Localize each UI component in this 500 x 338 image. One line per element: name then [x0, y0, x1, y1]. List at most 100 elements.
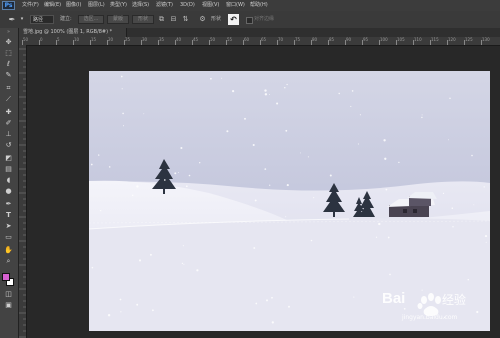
ruler-tick [345, 40, 346, 45]
stamp-icon[interactable]: ⊥ [2, 130, 15, 139]
marquee-icon[interactable]: ⬚ [2, 49, 15, 58]
snowflake [285, 216, 287, 218]
ruler-tick [311, 40, 312, 45]
chevron-down-icon[interactable]: ▾ [19, 14, 25, 25]
ruler-tick [294, 40, 295, 45]
move-icon[interactable]: ✥ [2, 38, 15, 47]
snowflake [269, 184, 271, 186]
watermark-brand: Bai [382, 290, 406, 307]
shape-button[interactable]: 形状 [132, 15, 154, 24]
mask-button[interactable]: 蒙版 [107, 15, 129, 24]
menu-file[interactable]: 文件(F) [22, 0, 39, 11]
snowflake [421, 116, 423, 119]
snowflake [383, 139, 386, 142]
ruler-tick-label: 0 [40, 37, 43, 42]
path-align-icon[interactable]: ⊟ [169, 14, 178, 25]
menu-filter[interactable]: 滤镜(T) [156, 0, 173, 11]
ruler-tick [328, 40, 329, 45]
ruler-tick-label: 25 [125, 37, 131, 42]
panel-collapse-icon[interactable]: » [2, 30, 15, 35]
document-tab-bar: 雪地.jpg @ 100% (图层 1, RGB/8#) * [19, 28, 500, 37]
snowflake [310, 239, 313, 242]
ruler-tick-label: 75 [295, 37, 301, 42]
pen-icon[interactable]: ✒ [2, 200, 15, 209]
ruler-tick-label: 105 [397, 37, 405, 42]
path-select-icon[interactable]: ➤ [2, 222, 15, 231]
watermark-brand-jingyan: 经验 [442, 293, 467, 307]
menu-edit[interactable]: 编辑(E) [44, 0, 61, 11]
ruler-tick-label: 10 [74, 37, 80, 42]
ruler-tick [192, 40, 193, 45]
align-edges-checkbox[interactable] [246, 17, 253, 24]
vertical-ruler [19, 45, 27, 338]
gear-icon[interactable]: ⚙ [198, 14, 207, 25]
snowflake [131, 194, 134, 197]
snowflake [351, 90, 354, 92]
eyedropper-icon[interactable]: ⟋ [2, 95, 15, 104]
menu-window[interactable]: 窗口(W) [226, 0, 245, 11]
ruler-tick [464, 40, 465, 45]
quick-select-icon[interactable]: ✎ [2, 71, 15, 80]
brush-icon[interactable]: ✐ [2, 119, 15, 128]
path-arrange-icon[interactable]: ⇅ [181, 14, 190, 25]
ruler-tick [413, 40, 414, 45]
snowflake [182, 245, 184, 247]
ruler-tick-label: 35 [159, 37, 165, 42]
gradient-icon[interactable]: ▤ [2, 165, 15, 174]
ruler-tick-label: 45 [193, 37, 199, 42]
snowflake [152, 309, 154, 312]
healing-icon[interactable]: ✚ [2, 108, 15, 117]
snowflake [378, 222, 381, 226]
ruler-tick [158, 40, 159, 45]
auto-add-delete-icon[interactable]: ↶ [228, 14, 239, 25]
snowflake [484, 235, 488, 238]
zoom-icon[interactable]: ⌕ [2, 257, 15, 266]
crop-icon[interactable]: ⌗ [2, 84, 15, 93]
snowflake [178, 171, 179, 173]
ruler-tick [277, 40, 278, 45]
ruler-tick-label: 15 [91, 37, 97, 42]
rubber-band-label: 形状 [211, 16, 222, 22]
type-icon[interactable]: T [2, 211, 15, 220]
menu-image[interactable]: 图像(I) [66, 0, 81, 11]
selection-button[interactable]: 选区... [78, 15, 104, 24]
history-brush-icon[interactable]: ↺ [2, 141, 15, 150]
snowflake [421, 114, 423, 116]
eraser-icon[interactable]: ◩ [2, 154, 15, 163]
menu-layer[interactable]: 图层(L) [88, 0, 105, 11]
menu-view[interactable]: 视图(V) [202, 0, 219, 11]
menu-help[interactable]: 帮助(H) [250, 0, 268, 11]
snowflake [252, 143, 255, 147]
ruler-tick [175, 40, 176, 45]
snowflake [119, 298, 122, 301]
foreground-color-swatch[interactable] [2, 273, 10, 281]
pen-tool-icon[interactable]: ✒ [5, 14, 19, 25]
hand-icon[interactable]: ✋ [2, 246, 15, 255]
snowflake [286, 83, 288, 86]
snowflake [99, 209, 102, 212]
snowflake [196, 269, 199, 272]
snowflake [307, 156, 309, 158]
ruler-tick-label: 20 [108, 37, 114, 42]
path-ops-icon[interactable]: ⧉ [157, 14, 166, 25]
screen-mode-icon[interactable]: ▣ [2, 301, 15, 310]
menu-select[interactable]: 选择(S) [132, 0, 149, 11]
menu-type[interactable]: 类型(Y) [110, 0, 127, 11]
snowflake [136, 185, 139, 188]
snowflake [107, 314, 111, 317]
snowflake [122, 112, 124, 115]
snowflake [286, 184, 289, 187]
dodge-icon[interactable]: ● [2, 187, 15, 196]
snowflake [387, 236, 390, 239]
menu-3d[interactable]: 3D(D) [180, 0, 195, 11]
shape-icon[interactable]: ▭ [2, 233, 15, 242]
document-tab[interactable]: 雪地.jpg @ 100% (图层 1, RGB/8#) * [19, 28, 127, 37]
snowflake [232, 90, 235, 93]
lasso-icon[interactable]: ℓ [2, 60, 15, 69]
snowflake [300, 152, 302, 154]
style-select[interactable]: 路径 [30, 15, 54, 24]
blur-icon[interactable]: ◖ [2, 176, 15, 185]
quick-mask-icon[interactable]: ◫ [2, 290, 15, 299]
ruler-tick-label: 55 [227, 37, 233, 42]
fill-label: 建立: [60, 16, 72, 22]
